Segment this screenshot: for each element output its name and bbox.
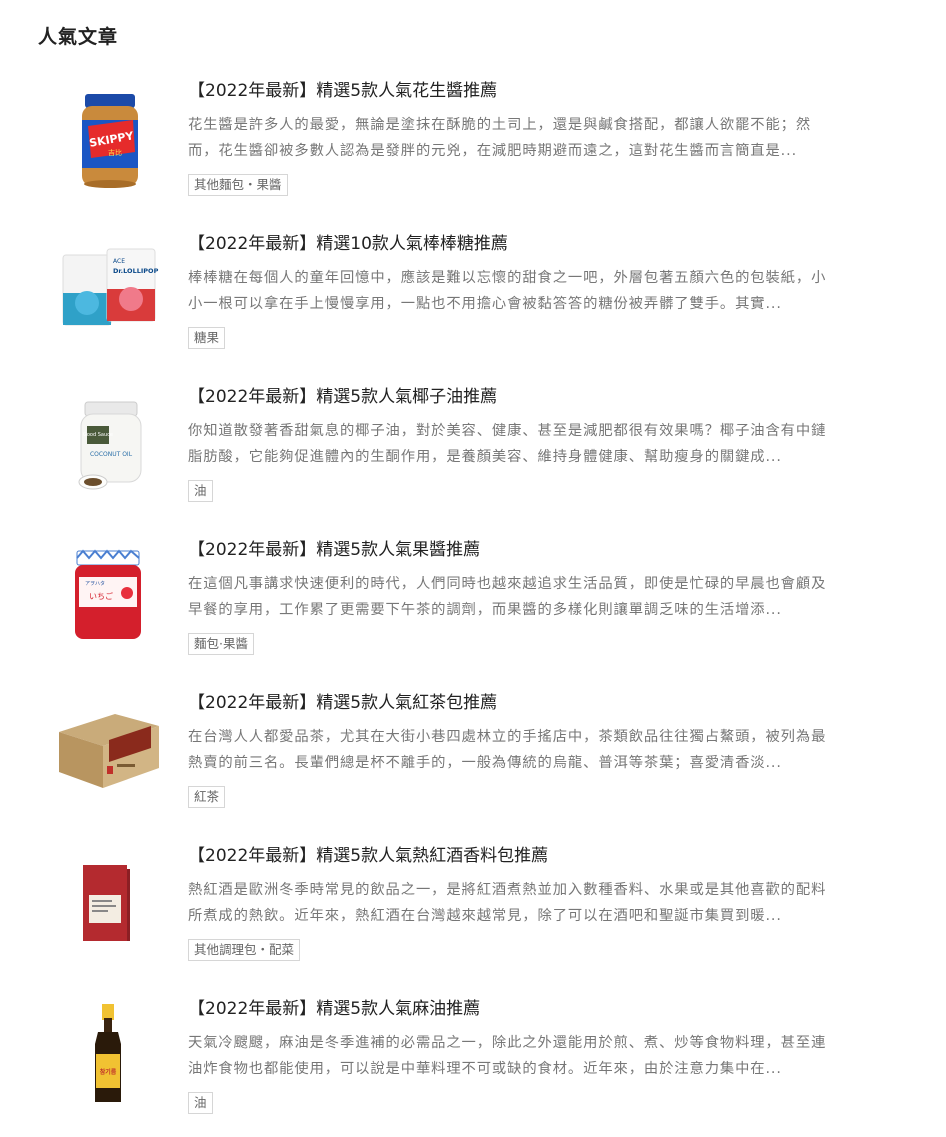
excerpt-line: 棒棒糖在每個人的童年回憶中，應該是難以忘懷的甜食之一吧，外層包著五顏六色的包裝紙… [188,270,827,286]
section-title: 人氣文章 [38,26,119,48]
article-title[interactable]: 【2022年最新】精選5款人氣紅茶包推薦 [188,692,497,714]
excerpt-line: 脂肪酸，它能夠促進體內的生酮作用，是養顏美容、維持身體健康、幫助瘦身的關鍵成..… [188,449,782,465]
article-item[interactable]: Good Sauce COCONUT OIL 【2022年最新】精選5款人氣椰子… [0,386,946,539]
excerpt-line: 油炸食物也都能使用，可以說是中華料理不可或缺的食材。近年來，由於注意力集中在..… [188,1061,782,1077]
article-item[interactable]: アヲハタ いちご 【2022年最新】精選5款人氣果醬推薦 在這個凡事講求快速便利… [0,539,946,692]
excerpt-line: 小一根可以拿在手上慢慢享用，一點也不用擔心會被黏答答的糖份被弄髒了雙手。其實..… [188,296,782,312]
coconut-oil-jar-image: Good Sauce COCONUT OIL [78,401,142,490]
popular-articles-page: 人氣文章 SKIPPY 吉比 【2022年最新】精選5款人氣花生醬推薦 花生醬是… [0,0,946,1137]
article-thumbnail[interactable] [55,692,165,822]
jar-subtext: いちご [89,591,113,601]
pack-subtext: ACE [113,258,125,265]
strawberry-jam-jar-image: アヲハタ いちご [75,549,141,639]
jar-brand-text: アヲハタ [85,580,105,587]
excerpt-line: 早餐的享用，工作累了更需要下午茶的調劑，而果醬的多樣化則讓單調乏味的生活增添..… [188,602,782,618]
category-tag[interactable]: 其他麵包・果醬 [188,174,288,196]
article-title[interactable]: 【2022年最新】精選5款人氣果醬推薦 [188,539,480,561]
bottle-label-text: 참기름 [100,1068,117,1076]
article-thumbnail[interactable] [55,845,165,975]
article-title[interactable]: 【2022年最新】精選5款人氣花生醬推薦 [188,80,497,102]
category-tag[interactable]: 糖果 [188,327,226,349]
peanut-butter-jar-image: SKIPPY 吉比 [82,94,138,188]
article-excerpt: 你知道散發著香甜氣息的椰子油，對於美容、健康、甚至是減肥都很有效果嗎？椰子油含有… [188,418,888,470]
lollipop-pack-image: ACE Dr.LOLLIPOP [62,248,159,326]
excerpt-line: 熱賣的前三名。長輩們總是杯不離手的，一般為傳統的烏龍、普洱等茶葉；喜愛清香淡..… [188,755,782,771]
article-excerpt: 棒棒糖在每個人的童年回憶中，應該是難以忘懷的甜食之一吧，外層包著五顏六色的包裝紙… [188,265,888,317]
article-thumbnail[interactable]: ACE Dr.LOLLIPOP [55,233,165,363]
excerpt-line: 天氣冷颼颼，麻油是冬季進補的必需品之一，除此之外還能用於煎、煮、炒等食物料理，甚… [188,1035,827,1051]
article-title[interactable]: 【2022年最新】精選5款人氣椰子油推薦 [188,386,497,408]
excerpt-line: 而，花生醬卻被多數人認為是發胖的元兇，在減肥時期避而遠之，這對花生醬而言簡直是.… [188,143,798,159]
excerpt-line: 熱紅酒是歐洲冬季時常見的飲品之一，是將紅酒煮熱並加入數種香料、水果或是其他喜歡的… [188,882,827,898]
article-title[interactable]: 【2022年最新】精選5款人氣熱紅酒香料包推薦 [188,845,548,867]
article-item[interactable]: 【2022年最新】精選5款人氣熱紅酒香料包推薦 熱紅酒是歐洲冬季時常見的飲品之一… [0,845,946,998]
article-excerpt: 花生醬是許多人的最愛，無論是塗抹在酥脆的土司上，還是與鹹食搭配，都讓人欲罷不能；… [188,112,888,164]
article-thumbnail[interactable]: アヲハタ いちご [55,539,165,669]
article-thumbnail[interactable]: Good Sauce COCONUT OIL [55,386,165,516]
jar-subtext: COCONUT OIL [90,451,133,458]
excerpt-line: 花生醬是許多人的最愛，無論是塗抹在酥脆的土司上，還是與鹹食搭配，都讓人欲罷不能；… [188,117,812,133]
article-thumbnail[interactable]: SKIPPY 吉比 [55,80,165,210]
article-excerpt: 天氣冷颼颼，麻油是冬季進補的必需品之一，除此之外還能用於煎、煮、炒等食物料理，甚… [188,1030,888,1082]
category-tag[interactable]: 麵包·果醬 [188,633,254,655]
sesame-oil-bottle-image: 참기름 [95,1004,121,1102]
jar-brand-text: Good Sauce [83,432,113,438]
article-item[interactable]: SKIPPY 吉比 【2022年最新】精選5款人氣花生醬推薦 花生醬是許多人的最… [0,80,946,233]
article-title[interactable]: 【2022年最新】精選5款人氣麻油推薦 [188,998,480,1020]
article-title[interactable]: 【2022年最新】精選10款人氣棒棒糖推薦 [188,233,508,255]
mulled-wine-spice-pack-image [83,865,130,941]
article-excerpt: 在這個凡事講求快速便利的時代，人們同時也越來越追求生活品質，即使是忙碌的早晨也會… [188,571,888,623]
article-excerpt: 在台灣人人都愛品茶，尤其在大街小巷四處林立的手搖店中，茶類飲品往往獨占鰲頭，被列… [188,724,888,776]
tea-box-image [59,714,159,788]
category-tag[interactable]: 紅茶 [188,786,226,808]
article-thumbnail[interactable]: 참기름 [55,998,165,1128]
category-tag[interactable]: 其他調理包・配菜 [188,939,301,961]
jar-subtext: 吉比 [108,148,122,157]
article-excerpt: 熱紅酒是歐洲冬季時常見的飲品之一，是將紅酒煮熱並加入數種香料、水果或是其他喜歡的… [188,877,888,929]
category-tag[interactable]: 油 [188,1092,213,1114]
article-item[interactable]: 【2022年最新】精選5款人氣紅茶包推薦 在台灣人人都愛品茶，尤其在大街小巷四處… [0,692,946,845]
excerpt-line: 你知道散發著香甜氣息的椰子油，對於美容、健康、甚至是減肥都很有效果嗎？椰子油含有… [188,423,827,439]
excerpt-line: 所煮成的熱飲。近年來，熱紅酒在台灣越來越常見，除了可以在酒吧和聖誕市集買到暖..… [188,908,782,924]
excerpt-line: 在這個凡事講求快速便利的時代，人們同時也越來越追求生活品質，即使是忙碌的早晨也會… [188,576,827,592]
excerpt-line: 在台灣人人都愛品茶，尤其在大街小巷四處林立的手搖店中，茶類飲品往往獨占鰲頭，被列… [188,729,827,745]
pack-brand-text: Dr.LOLLIPOP [113,267,159,275]
category-tag[interactable]: 油 [188,480,213,502]
article-item[interactable]: ACE Dr.LOLLIPOP 【2022年最新】精選10款人氣棒棒糖推薦 棒棒… [0,233,946,386]
article-item[interactable]: 참기름 【2022年最新】精選5款人氣麻油推薦 天氣冷颼颼，麻油是冬季進補的必需… [0,998,946,1137]
